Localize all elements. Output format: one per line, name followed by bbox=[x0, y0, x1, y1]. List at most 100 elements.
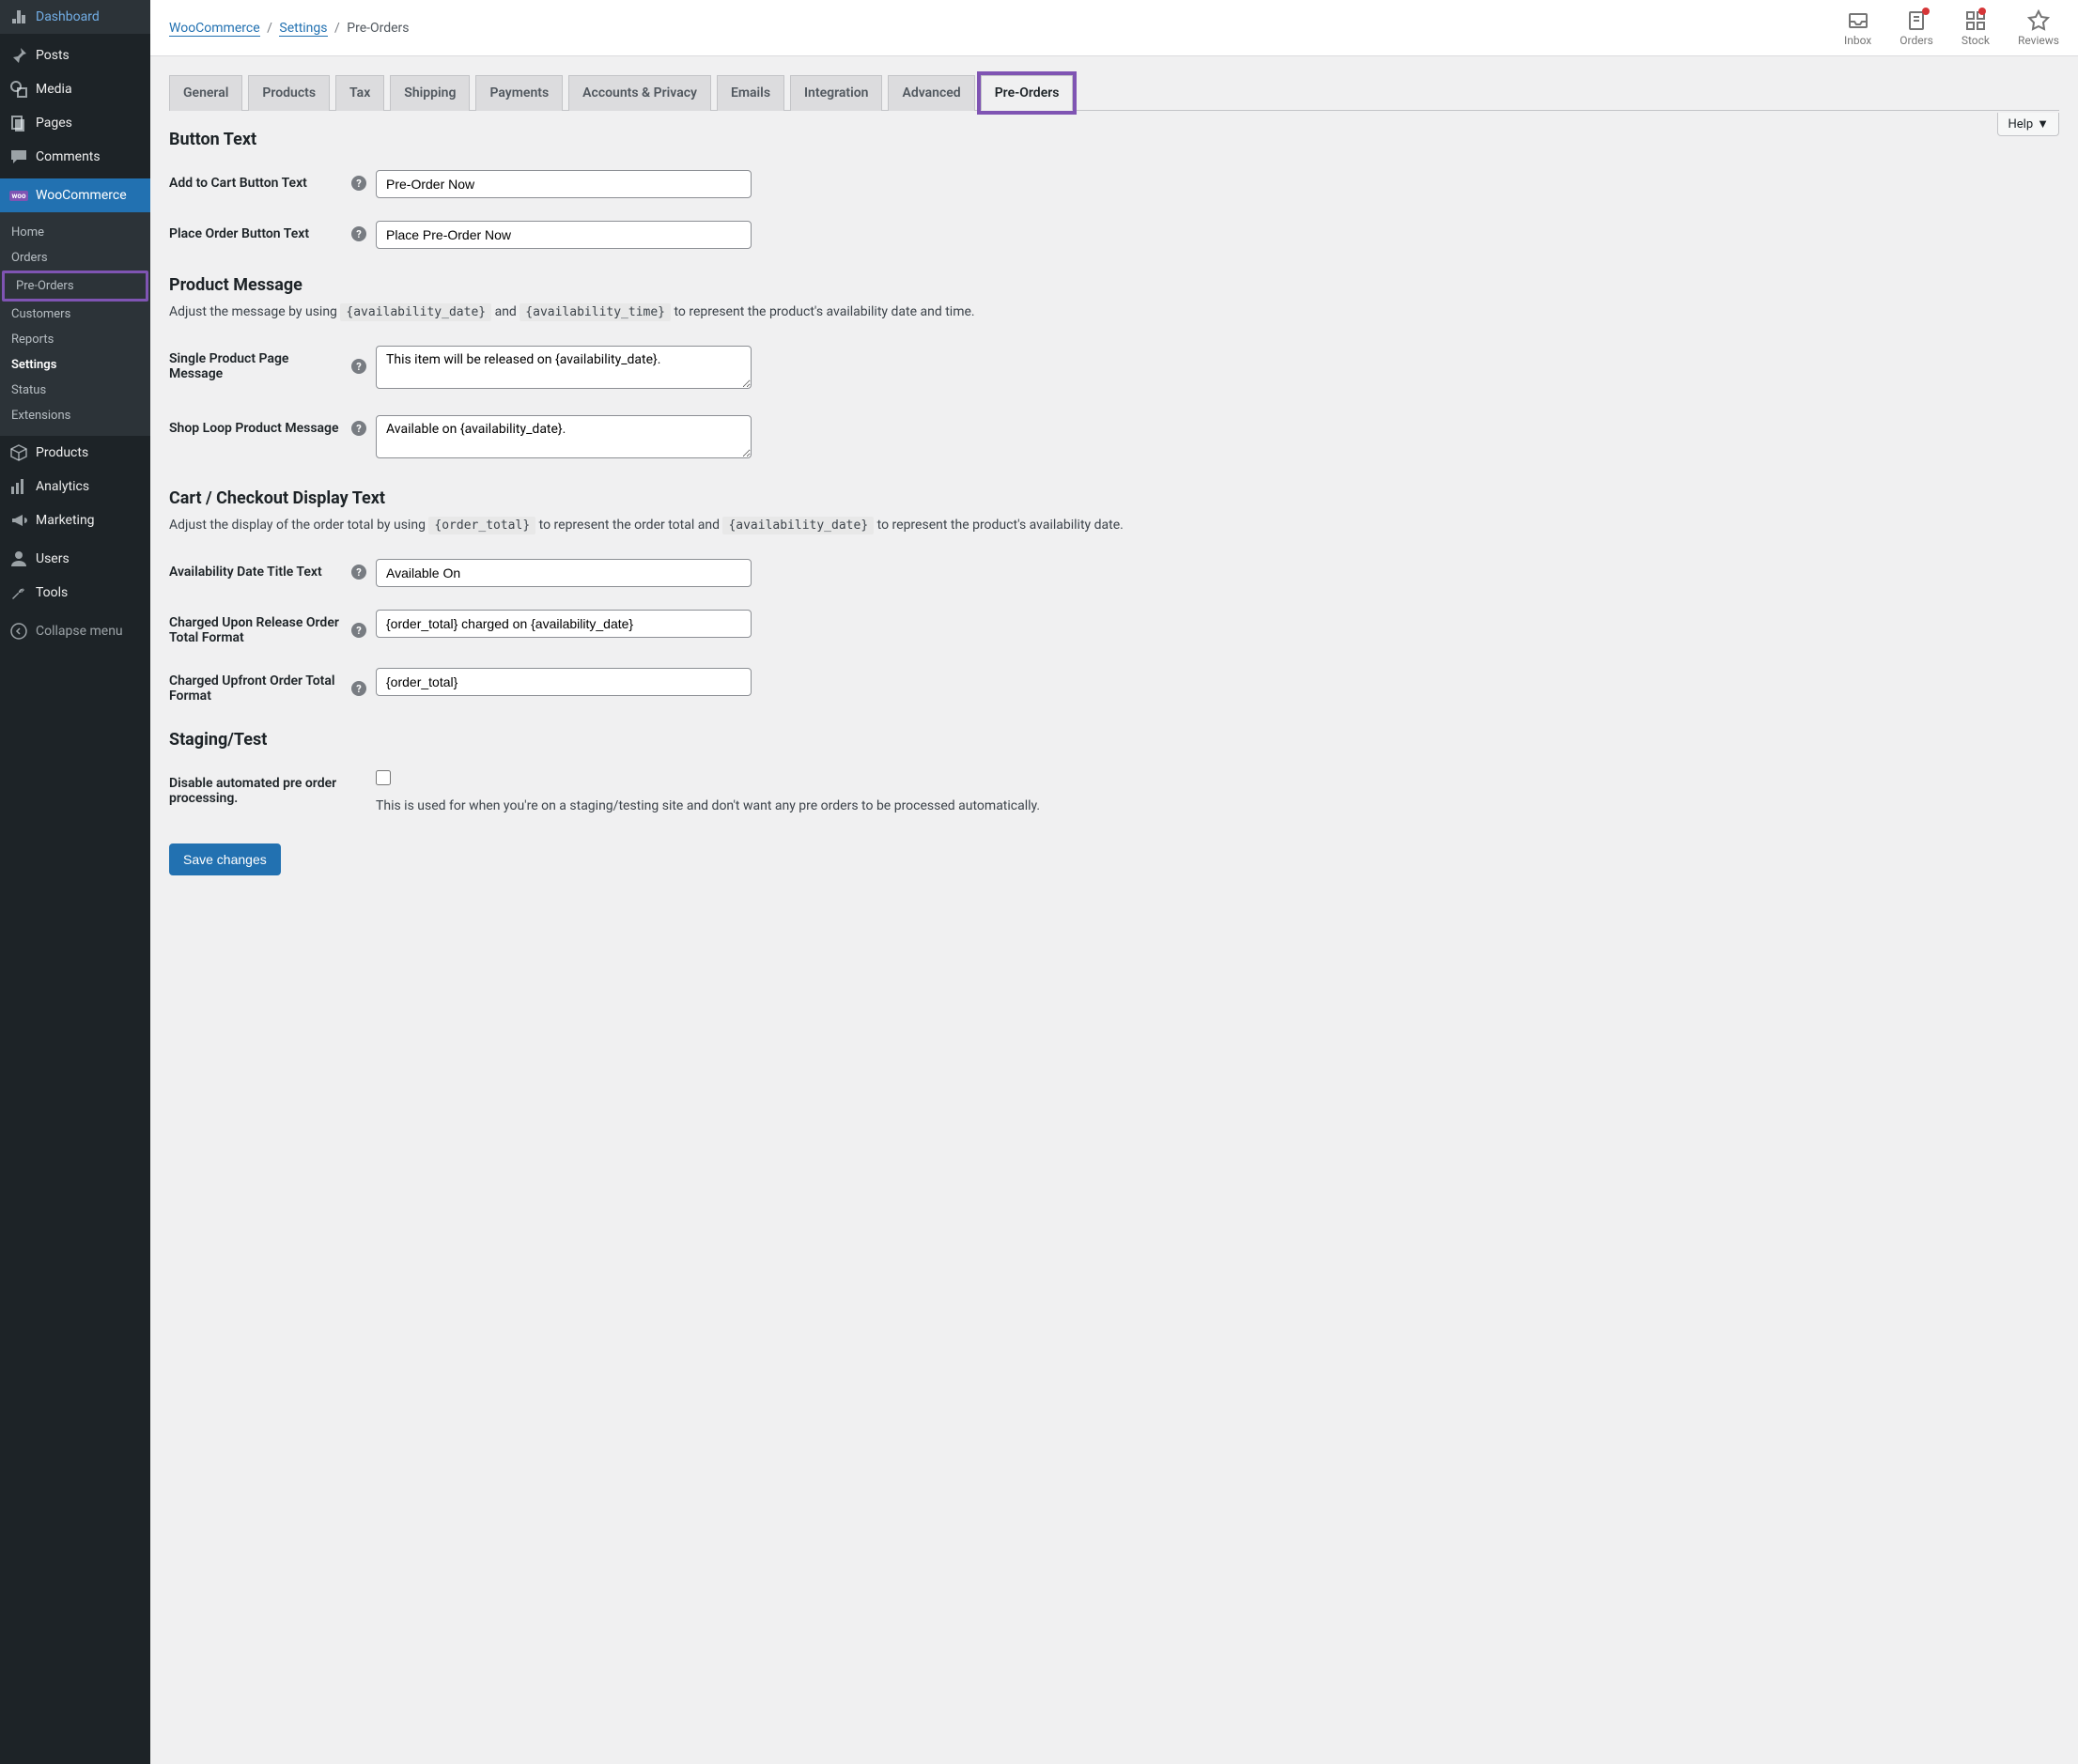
analytics-icon bbox=[9, 477, 28, 496]
sub-item-reports[interactable]: Reports bbox=[0, 327, 150, 352]
content-area: Help ▼ General Products Tax Shipping Pay… bbox=[150, 56, 2078, 894]
sub-item-settings[interactable]: Settings bbox=[0, 352, 150, 378]
sidebar-item-marketing[interactable]: Marketing bbox=[0, 503, 150, 537]
label-avail-title: Availability Date Title Text? bbox=[169, 559, 376, 580]
tab-preorders[interactable]: Pre-Orders bbox=[981, 75, 1074, 111]
sidebar-item-tools[interactable]: Tools bbox=[0, 576, 150, 610]
menu-label: Posts bbox=[36, 48, 70, 63]
section-button-text: Button Text bbox=[169, 130, 2059, 149]
menu-label: WooCommerce bbox=[36, 188, 127, 203]
input-add-to-cart[interactable] bbox=[376, 170, 752, 198]
help-icon[interactable]: ? bbox=[351, 565, 366, 580]
menu-label: Dashboard bbox=[36, 9, 100, 24]
input-charged-upfront[interactable] bbox=[376, 668, 752, 696]
comment-icon bbox=[9, 147, 28, 166]
sidebar-item-collapse[interactable]: Collapse menu bbox=[0, 614, 150, 648]
label-single-product: Single Product Page Message? bbox=[169, 346, 376, 381]
menu-label: Pages bbox=[36, 116, 72, 131]
menu-label: Analytics bbox=[36, 479, 89, 494]
media-icon bbox=[9, 80, 28, 99]
section-staging: Staging/Test bbox=[169, 730, 2059, 750]
collapse-icon bbox=[9, 622, 28, 641]
label-disable-auto: Disable automated pre order processing. bbox=[169, 770, 376, 806]
settings-tabs: General Products Tax Shipping Payments A… bbox=[169, 75, 2059, 111]
tab-tax[interactable]: Tax bbox=[335, 75, 384, 111]
sub-item-preorders[interactable]: Pre-Orders bbox=[2, 271, 148, 302]
disable-auto-desc: This is used for when you're on a stagin… bbox=[376, 798, 2059, 813]
label-shop-loop: Shop Loop Product Message? bbox=[169, 415, 376, 436]
sidebar-item-woocommerce[interactable]: woo WooCommerce bbox=[0, 178, 150, 212]
topbar-reviews[interactable]: Reviews bbox=[2018, 9, 2059, 47]
textarea-shop-loop[interactable]: Available on {availability_date}. bbox=[376, 415, 752, 458]
topbar-stock[interactable]: Stock bbox=[1962, 9, 1990, 47]
sub-item-extensions[interactable]: Extensions bbox=[0, 403, 150, 428]
breadcrumb-current: Pre-Orders bbox=[347, 21, 409, 36]
menu-label: Media bbox=[36, 82, 72, 97]
sub-item-home[interactable]: Home bbox=[0, 220, 150, 245]
sidebar-item-users[interactable]: Users bbox=[0, 542, 150, 576]
menu-label: Tools bbox=[36, 585, 68, 600]
breadcrumb-woocommerce[interactable]: WooCommerce bbox=[169, 21, 260, 37]
sidebar-item-media[interactable]: Media bbox=[0, 72, 150, 106]
product-message-desc: Adjust the message by using {availabilit… bbox=[169, 304, 2059, 319]
sub-item-status[interactable]: Status bbox=[0, 378, 150, 403]
chevron-down-icon: ▼ bbox=[2037, 116, 2049, 132]
label-charged-release: Charged Upon Release Order Total Format? bbox=[169, 610, 376, 645]
users-icon bbox=[9, 549, 28, 568]
sidebar-item-analytics[interactable]: Analytics bbox=[0, 470, 150, 503]
breadcrumb-settings[interactable]: Settings bbox=[279, 21, 327, 37]
topbar-inbox[interactable]: Inbox bbox=[1844, 9, 1871, 47]
product-icon bbox=[9, 443, 28, 462]
section-cart-checkout: Cart / Checkout Display Text bbox=[169, 488, 2059, 508]
help-icon[interactable]: ? bbox=[351, 623, 366, 638]
input-avail-title[interactable] bbox=[376, 559, 752, 587]
menu-label: Collapse menu bbox=[36, 624, 123, 639]
tab-products[interactable]: Products bbox=[248, 75, 330, 111]
tab-shipping[interactable]: Shipping bbox=[390, 75, 470, 111]
help-icon[interactable]: ? bbox=[351, 681, 366, 696]
sidebar-item-posts[interactable]: Posts bbox=[0, 39, 150, 72]
topbar-icons: Inbox Orders Stock Reviews bbox=[1844, 9, 2059, 47]
topbar-orders[interactable]: Orders bbox=[1900, 9, 1933, 47]
dashboard-icon bbox=[9, 8, 28, 26]
sidebar-item-products[interactable]: Products bbox=[0, 436, 150, 470]
checkbox-disable-auto[interactable] bbox=[376, 770, 391, 785]
sidebar-item-pages[interactable]: Pages bbox=[0, 106, 150, 140]
menu-label: Comments bbox=[36, 149, 101, 164]
sidebar-item-comments[interactable]: Comments bbox=[0, 140, 150, 174]
label-charged-upfront: Charged Upfront Order Total Format? bbox=[169, 668, 376, 704]
label-add-to-cart: Add to Cart Button Text? bbox=[169, 170, 376, 191]
tab-accounts[interactable]: Accounts & Privacy bbox=[568, 75, 711, 111]
marketing-icon bbox=[9, 511, 28, 530]
tools-icon bbox=[9, 583, 28, 602]
help-tab[interactable]: Help ▼ bbox=[1997, 113, 2059, 136]
help-icon[interactable]: ? bbox=[351, 176, 366, 191]
tab-integration[interactable]: Integration bbox=[790, 75, 882, 111]
admin-sidebar: Dashboard Posts Media Pages Comments woo… bbox=[0, 0, 150, 1764]
tab-emails[interactable]: Emails bbox=[717, 75, 784, 111]
save-button[interactable]: Save changes bbox=[169, 843, 281, 875]
reviews-icon bbox=[2027, 9, 2050, 32]
input-place-order[interactable] bbox=[376, 221, 752, 249]
menu-label: Products bbox=[36, 445, 88, 460]
input-charged-release[interactable] bbox=[376, 610, 752, 638]
sub-item-customers[interactable]: Customers bbox=[0, 302, 150, 327]
notification-dot bbox=[1922, 8, 1930, 15]
textarea-single-product[interactable]: This item will be released on {availabil… bbox=[376, 346, 752, 389]
page-icon bbox=[9, 114, 28, 132]
inbox-icon bbox=[1847, 9, 1869, 32]
help-icon[interactable]: ? bbox=[351, 421, 366, 436]
tab-general[interactable]: General bbox=[169, 75, 242, 111]
help-icon[interactable]: ? bbox=[351, 226, 366, 241]
tab-payments[interactable]: Payments bbox=[475, 75, 563, 111]
woocommerce-submenu: Home Orders Pre-Orders Customers Reports… bbox=[0, 212, 150, 436]
section-product-message: Product Message bbox=[169, 275, 2059, 295]
sidebar-item-dashboard[interactable]: Dashboard bbox=[0, 0, 150, 34]
tab-advanced[interactable]: Advanced bbox=[888, 75, 974, 111]
help-icon[interactable]: ? bbox=[351, 359, 366, 374]
breadcrumb: WooCommerce / Settings / Pre-Orders bbox=[169, 21, 410, 36]
notification-dot bbox=[1978, 8, 1986, 15]
cart-checkout-desc: Adjust the display of the order total by… bbox=[169, 518, 2059, 533]
sub-item-orders[interactable]: Orders bbox=[0, 245, 150, 271]
topbar: WooCommerce / Settings / Pre-Orders Inbo… bbox=[150, 0, 2078, 56]
